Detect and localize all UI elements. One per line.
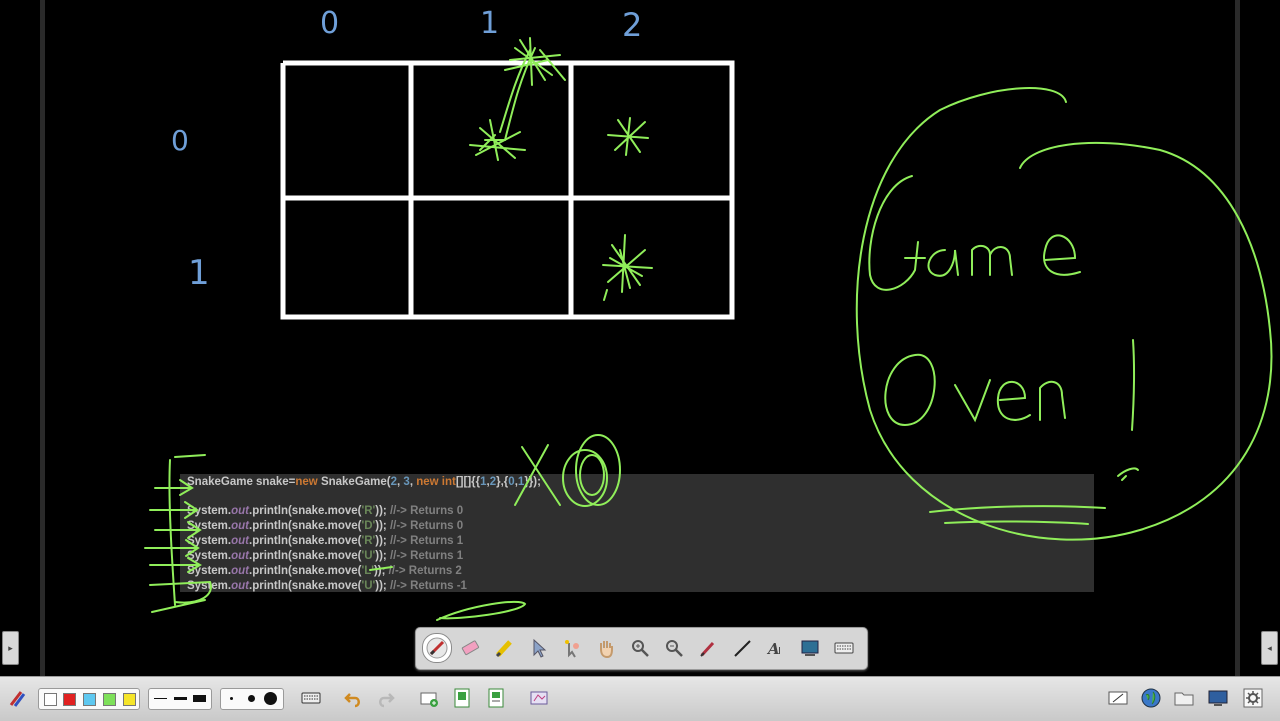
page-export-icon[interactable] <box>483 685 509 711</box>
line-icon[interactable] <box>728 634 756 662</box>
snake-scribbles <box>144 37 1273 621</box>
letter-a <box>927 249 959 277</box>
ink-layer: 0 1 2 0 1 <box>144 6 1273 621</box>
color-swatch-yellow[interactable] <box>123 693 136 706</box>
letter-v <box>954 379 991 423</box>
column-label-1: 1 <box>480 6 499 41</box>
column-label-2: 2 <box>622 6 642 44</box>
expand-left-icon: ◂ <box>1267 642 1272 653</box>
row-label-1: 1 <box>188 253 210 293</box>
dot-size-small[interactable] <box>230 697 233 700</box>
screen-capture-icon[interactable] <box>796 634 824 662</box>
arrow-mark <box>154 521 202 539</box>
zoom-in-icon[interactable] <box>626 634 654 662</box>
arrow-mark <box>149 501 199 519</box>
line-width-thin[interactable] <box>154 698 167 699</box>
dot-size-large[interactable] <box>264 692 277 705</box>
letter-r <box>1039 380 1066 421</box>
eraser-icon[interactable] <box>456 634 484 662</box>
expand-right-icon: ▸ <box>8 642 13 653</box>
circle-mark <box>575 434 621 506</box>
exclamation-bar <box>1131 339 1136 431</box>
keyboard-icon[interactable] <box>830 634 858 662</box>
letter-m <box>971 244 1013 276</box>
dropper-icon[interactable] <box>694 634 722 662</box>
color-swatch-blue[interactable] <box>83 693 96 706</box>
snake-body-mark <box>607 117 649 156</box>
circle-mark <box>579 454 605 496</box>
whiteboard-icon[interactable] <box>1105 685 1131 711</box>
line-width-group <box>148 688 212 710</box>
svg-text:I: I <box>778 646 781 657</box>
select-arrow-icon[interactable] <box>524 634 552 662</box>
text-recognition-icon[interactable]: AI <box>762 634 790 662</box>
tick-mark <box>603 289 608 301</box>
food-mark <box>469 119 526 161</box>
settings-icon[interactable] <box>1240 685 1266 711</box>
column-label-0: 0 <box>320 6 339 41</box>
add-page-icon[interactable] <box>416 685 442 711</box>
arrow-mark <box>149 557 202 573</box>
exclamation-dot <box>1117 467 1139 481</box>
color-swatch-green[interactable] <box>103 693 116 706</box>
strike-mark <box>369 566 393 571</box>
letter-e <box>1043 234 1081 276</box>
highlighter-icon[interactable] <box>490 634 518 662</box>
grid-2x3 <box>280 60 735 320</box>
letter-e2 <box>996 380 1031 421</box>
letter-G <box>868 175 926 291</box>
dot-size-group <box>220 688 284 710</box>
color-swatch-red[interactable] <box>63 693 76 706</box>
redo-icon[interactable] <box>373 685 399 711</box>
row-label-0: 0 <box>171 124 189 157</box>
underline-mark <box>436 600 527 621</box>
pen-toolbar: AI <box>415 627 868 670</box>
bottom-toolbar <box>0 676 1280 721</box>
line-width-medium[interactable] <box>174 697 187 700</box>
pen-tools-icon[interactable] <box>5 685 29 711</box>
keyboard-icon[interactable] <box>298 685 324 711</box>
undo-icon[interactable] <box>340 685 366 711</box>
arrow-mark <box>149 580 212 613</box>
line-width-thick[interactable] <box>193 695 206 702</box>
display-icon[interactable] <box>1205 685 1231 711</box>
letter-O <box>884 353 936 427</box>
zoom-out-icon[interactable] <box>660 634 688 662</box>
page-list-icon[interactable] <box>449 685 475 711</box>
cross-mark <box>514 444 561 506</box>
game-over-circle <box>855 87 1273 541</box>
color-swatch-white[interactable] <box>44 693 57 706</box>
snake-tail-mark <box>602 234 653 293</box>
color-palette <box>38 688 140 710</box>
whiteboard-canvas[interactable]: SnakeGame snake=new SnakeGame(2, 3, new … <box>0 0 1280 676</box>
folder-icon[interactable] <box>1171 685 1197 711</box>
underline-scribble <box>929 505 1106 525</box>
right-side-tab[interactable]: ◂ <box>1261 631 1278 665</box>
globe-icon[interactable] <box>1138 685 1164 711</box>
pen-icon[interactable] <box>422 633 452 663</box>
clear-page-icon[interactable] <box>526 685 552 711</box>
left-side-tab[interactable]: ▸ <box>2 631 19 665</box>
magic-pointer-icon[interactable] <box>558 634 586 662</box>
grid-outline <box>280 60 735 320</box>
arrow-mark <box>154 479 194 496</box>
dot-size-medium[interactable] <box>248 695 255 702</box>
hand-pan-icon[interactable] <box>592 634 620 662</box>
